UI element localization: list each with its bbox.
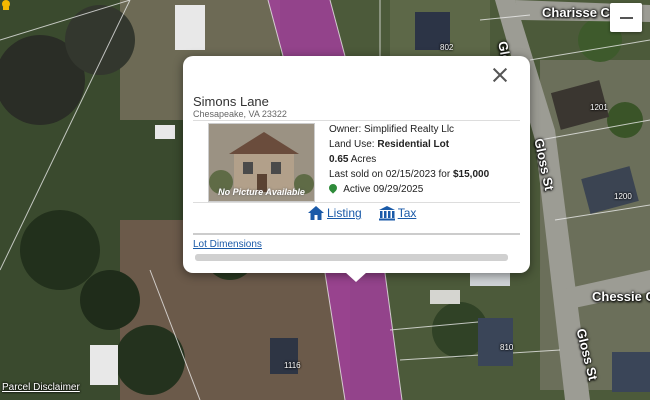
lot-number-1201: 1201 [590,103,608,112]
street-label-charisse-ct: Charisse Ct [542,5,615,20]
popup-pointer [345,272,367,282]
scrollbar-thumb[interactable] [195,254,508,261]
owner-label: Owner: [329,124,362,135]
tax-link-label: Tax [397,206,417,220]
land-use-value: Residential Lot [377,139,450,150]
land-use-label: Land Use: [329,139,375,150]
parcel-info-popup: Simons Lane Chesapeake, VA 23322 No Pict… [183,56,530,273]
parcel-details: Owner: Simplified Realty Llc Land Use: R… [327,122,489,197]
listing-link-label: Listing [327,206,362,220]
last-sold-row: Last sold on 02/15/2023 for $15,000 [329,167,489,182]
home-icon [308,206,324,220]
acres-unit: Acres [350,154,377,165]
lot-number-1200: 1200 [614,192,632,201]
owner-value: Simplified Realty Llc [364,124,455,135]
acres-row: 0.65 Acres [329,152,489,167]
owner-row: Owner: Simplified Realty Llc [329,122,489,137]
divider [193,233,520,235]
bank-icon [378,206,395,221]
street-label-chessie-ct: Chessie Ct [592,289,650,304]
lot-number-802: 802 [440,43,454,52]
last-sold-text: Last sold on 02/15/2023 for [329,169,451,180]
listing-link[interactable]: Listing [307,205,362,221]
pegman-icon[interactable] [0,0,12,10]
lot-number-1116: 1116 [284,361,301,370]
tax-link[interactable]: Tax [378,205,417,221]
lot-dimensions-link[interactable]: Lot Dimensions [193,239,262,250]
land-use-row: Land Use: Residential Lot [329,137,489,152]
zoom-in-icon [619,16,633,19]
last-sold-price: $15,000 [452,169,490,180]
divider [193,120,520,121]
active-row: Active 09/29/2025 [327,182,489,197]
parcel-address: Chesapeake, VA 23322 [193,109,287,119]
no-picture-caption: No Picture Available [218,187,305,197]
parcel-disclaimer-link[interactable]: Parcel Disclaimer [2,382,80,393]
property-photo: No Picture Available [208,123,315,202]
active-status: Active 09/29/2025 [343,184,424,195]
divider [193,202,520,203]
horizontal-scrollbar[interactable] [195,254,508,261]
parcel-title: Simons Lane [193,94,269,109]
popup-links: Listing Tax [307,205,416,221]
map-pin-icon [327,182,339,194]
close-icon[interactable] [492,67,508,83]
acres-value: 0.65 [329,154,349,165]
zoom-in-button[interactable] [610,3,642,32]
lot-number-810: 810 [500,343,514,352]
